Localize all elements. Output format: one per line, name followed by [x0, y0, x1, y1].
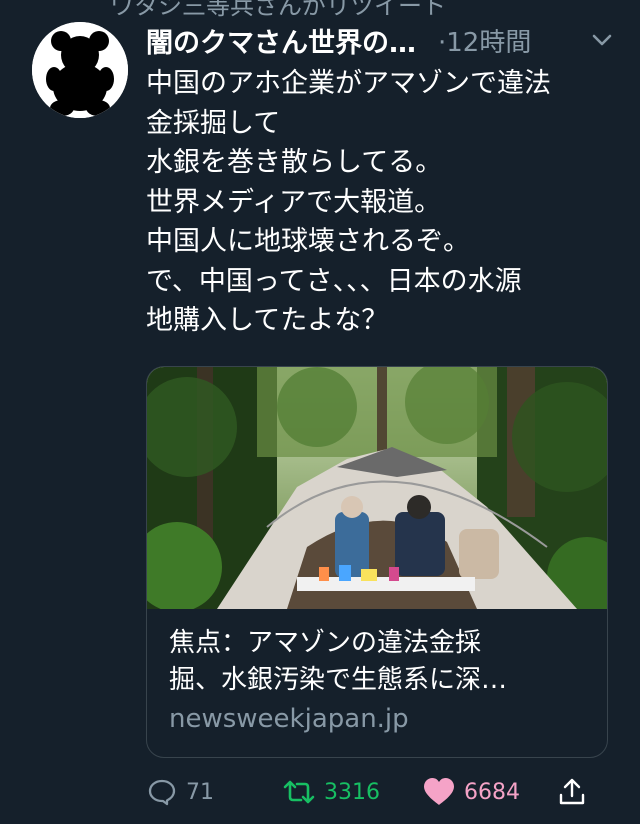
tweet-text-line: 地購入してたよな？ — [146, 305, 389, 336]
reply-button[interactable]: 71 — [146, 772, 214, 812]
tweet-text-line: 中国のアホ企業がアマゾンで違法 — [146, 68, 551, 99]
tweet-text-line: 中国人に地球壊されるぞ。 — [146, 226, 470, 257]
retweet-context: ワタシ三等兵さんがリツイート — [110, 0, 446, 20]
tweet-screen: ワタシ三等兵さんがリツイート 闇のクマさん世界の… ·12時間 中国のアホ企業が… — [0, 0, 640, 824]
tweet-header: 闇のクマさん世界の… ·12時間 — [146, 21, 616, 60]
tweet-text-line: 金採掘して — [146, 107, 281, 139]
chevron-down-icon[interactable] — [588, 26, 616, 54]
heart-icon — [422, 776, 456, 808]
avatar[interactable] — [32, 22, 128, 118]
reply-icon — [146, 776, 178, 808]
retweet-button[interactable]: 3316 — [282, 772, 380, 812]
card-title: 焦点：アマゾンの違法金採 掘、水銀汚染で生態系に深… — [169, 625, 589, 699]
like-button[interactable]: 6684 — [422, 772, 520, 812]
retweet-count: 3316 — [324, 779, 380, 805]
retweet-icon — [282, 776, 316, 808]
tweet-actions: 71 3316 6684 — [146, 772, 606, 812]
bear-silhouette-icon — [32, 22, 128, 118]
card-title-line: 掘、水銀汚染で生態系に深… — [169, 665, 508, 695]
link-card[interactable]: 焦点：アマゾンの違法金採 掘、水銀汚染で生態系に深… newsweekjapan… — [146, 366, 608, 758]
card-title-line: 焦点：アマゾンの違法金採 — [169, 628, 482, 658]
tweet-text-line: 水銀を巻き散らしてる。 — [146, 147, 443, 178]
timestamp[interactable]: ·12時間 — [438, 22, 531, 59]
display-name[interactable]: 闇のクマさん世界の… — [146, 21, 416, 60]
share-icon — [556, 776, 588, 808]
card-domain: newsweekjapan.jp — [169, 704, 409, 734]
like-count: 6684 — [464, 779, 520, 805]
card-body: 焦点：アマゾンの違法金採 掘、水銀汚染で生態系に深… newsweekjapan… — [169, 625, 589, 737]
card-image — [147, 367, 607, 609]
tweet-text-line: で、中国ってさ、、、日本の水源 — [146, 265, 522, 297]
reply-count: 71 — [186, 779, 214, 805]
tweet-text: 中国のアホ企業がアマゾンで違法 金採掘して 水銀を巻き散らしてる。 世界メディア… — [146, 64, 616, 341]
share-button[interactable] — [556, 772, 588, 812]
tweet-text-line: 世界メディアで大報道。 — [146, 186, 442, 218]
